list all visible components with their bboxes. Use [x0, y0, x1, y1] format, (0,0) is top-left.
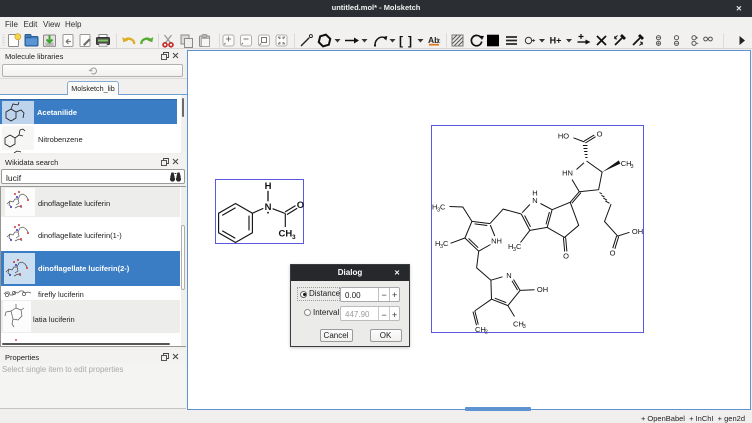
svg-text:C: C: [440, 203, 446, 212]
svg-text:O: O: [563, 252, 569, 261]
svg-text:3: 3: [522, 324, 525, 330]
svg-text:NH: NH: [491, 237, 502, 246]
svg-text:OH: OH: [631, 227, 642, 236]
svg-text:N: N: [532, 196, 537, 205]
svg-text:H+: H+: [550, 36, 562, 46]
svg-text:O: O: [297, 200, 304, 211]
svg-text:3: 3: [630, 164, 633, 170]
svg-text:O: O: [609, 249, 615, 258]
svg-text:H: H: [265, 181, 272, 192]
svg-text:N: N: [506, 271, 511, 280]
svg-text:]: ]: [408, 34, 412, 48]
svg-text:2: 2: [484, 330, 487, 334]
svg-text:CH: CH: [279, 229, 293, 240]
svg-text:OH: OH: [536, 285, 547, 294]
svg-text:C: C: [516, 242, 522, 251]
svg-text:3: 3: [292, 234, 296, 241]
svg-text:[: [: [399, 34, 403, 48]
svg-text:O: O: [596, 130, 602, 139]
svg-text:HO: HO: [557, 132, 568, 141]
svg-text:C: C: [443, 239, 449, 248]
svg-text:N: N: [265, 202, 272, 213]
svg-text:HN: HN: [562, 169, 573, 178]
